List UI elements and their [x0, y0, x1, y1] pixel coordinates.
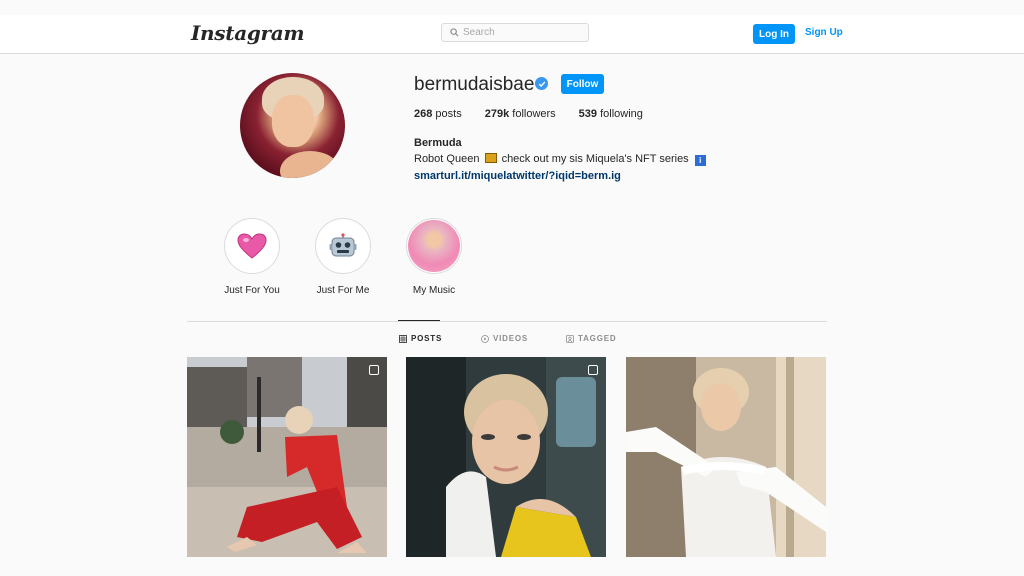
my-music-thumbnail	[408, 220, 460, 272]
play-circle-icon	[481, 334, 489, 343]
tab-tagged[interactable]: TAGGED	[566, 334, 616, 343]
followers-label: followers	[512, 108, 556, 120]
instagram-logo[interactable]: Instagram	[191, 21, 305, 45]
tabs-divider	[187, 321, 827, 322]
page-bottom-edge	[0, 566, 1024, 576]
tab-label: VIDEOS	[493, 334, 529, 343]
highlight-label: My Music	[412, 285, 456, 296]
highlight-my-music[interactable]: My Music	[399, 218, 469, 296]
search-icon	[450, 28, 459, 37]
highlight-label: Just For You	[224, 285, 280, 296]
tab-label: POSTS	[411, 334, 443, 343]
highlight-label: Just For Me	[316, 285, 370, 296]
followers-stat[interactable]: 279k followers	[485, 108, 556, 120]
avatar-shoulder	[280, 151, 340, 178]
robot-face-icon	[329, 233, 357, 257]
pink-heart-icon	[237, 233, 267, 259]
tab-videos[interactable]: VIDEOS	[481, 334, 528, 343]
tab-label: TAGGED	[578, 334, 617, 343]
highlight-just-for-you[interactable]: Just For You	[217, 218, 287, 296]
follow-button[interactable]: Follow	[561, 74, 604, 94]
search-box[interactable]	[441, 23, 589, 42]
post-image	[626, 357, 826, 557]
verified-badge-icon	[535, 77, 548, 90]
multiple-posts-icon	[588, 365, 598, 375]
profile-bio: Robot Queen check out my sis Miquela's N…	[414, 153, 706, 166]
multiple-posts-icon	[369, 365, 379, 375]
posts-stat: 268 posts	[414, 108, 462, 120]
following-stat[interactable]: 539 following	[579, 108, 643, 120]
profile-full-name: Bermuda	[414, 137, 462, 149]
info-emoji-icon: i	[694, 155, 706, 166]
top-navigation-bar: Instagram Log In Sign Up	[0, 15, 1024, 54]
followers-count: 279k	[484, 108, 510, 120]
search-input[interactable]	[463, 27, 583, 38]
bio-text-2: check out my sis Miquela's NFT series	[501, 153, 689, 165]
crown-emoji-icon	[484, 153, 497, 163]
post-thumbnail[interactable]	[406, 357, 606, 557]
post-image	[406, 357, 606, 557]
profile-username: bermudaisbae	[414, 74, 535, 95]
following-label: following	[600, 108, 643, 120]
post-image	[187, 357, 387, 557]
tab-posts[interactable]: POSTS	[399, 334, 442, 343]
highlight-ring	[315, 218, 371, 274]
profile-link[interactable]: smarturl.it/miquelatwitter/?iqid=berm.ig	[414, 170, 621, 182]
posts-count: 268	[414, 108, 433, 120]
post-thumbnail[interactable]	[187, 357, 387, 557]
highlight-ring	[224, 218, 280, 274]
avatar-face	[272, 95, 314, 147]
grid-icon	[399, 334, 407, 343]
active-tab-indicator	[398, 320, 440, 321]
posts-label: posts	[435, 108, 462, 120]
highlight-ring	[406, 218, 462, 274]
following-count: 539	[578, 108, 598, 120]
sign-up-link[interactable]: Sign Up	[805, 27, 843, 38]
bio-text-1: Robot Queen	[414, 153, 480, 165]
profile-stats: 268 posts 279k followers 539 following	[414, 108, 666, 120]
tag-icon	[566, 334, 574, 343]
post-thumbnail[interactable]	[626, 357, 826, 557]
highlight-just-for-me[interactable]: Just For Me	[308, 218, 378, 296]
profile-avatar[interactable]	[240, 73, 345, 178]
log-in-button[interactable]: Log In	[753, 24, 795, 44]
